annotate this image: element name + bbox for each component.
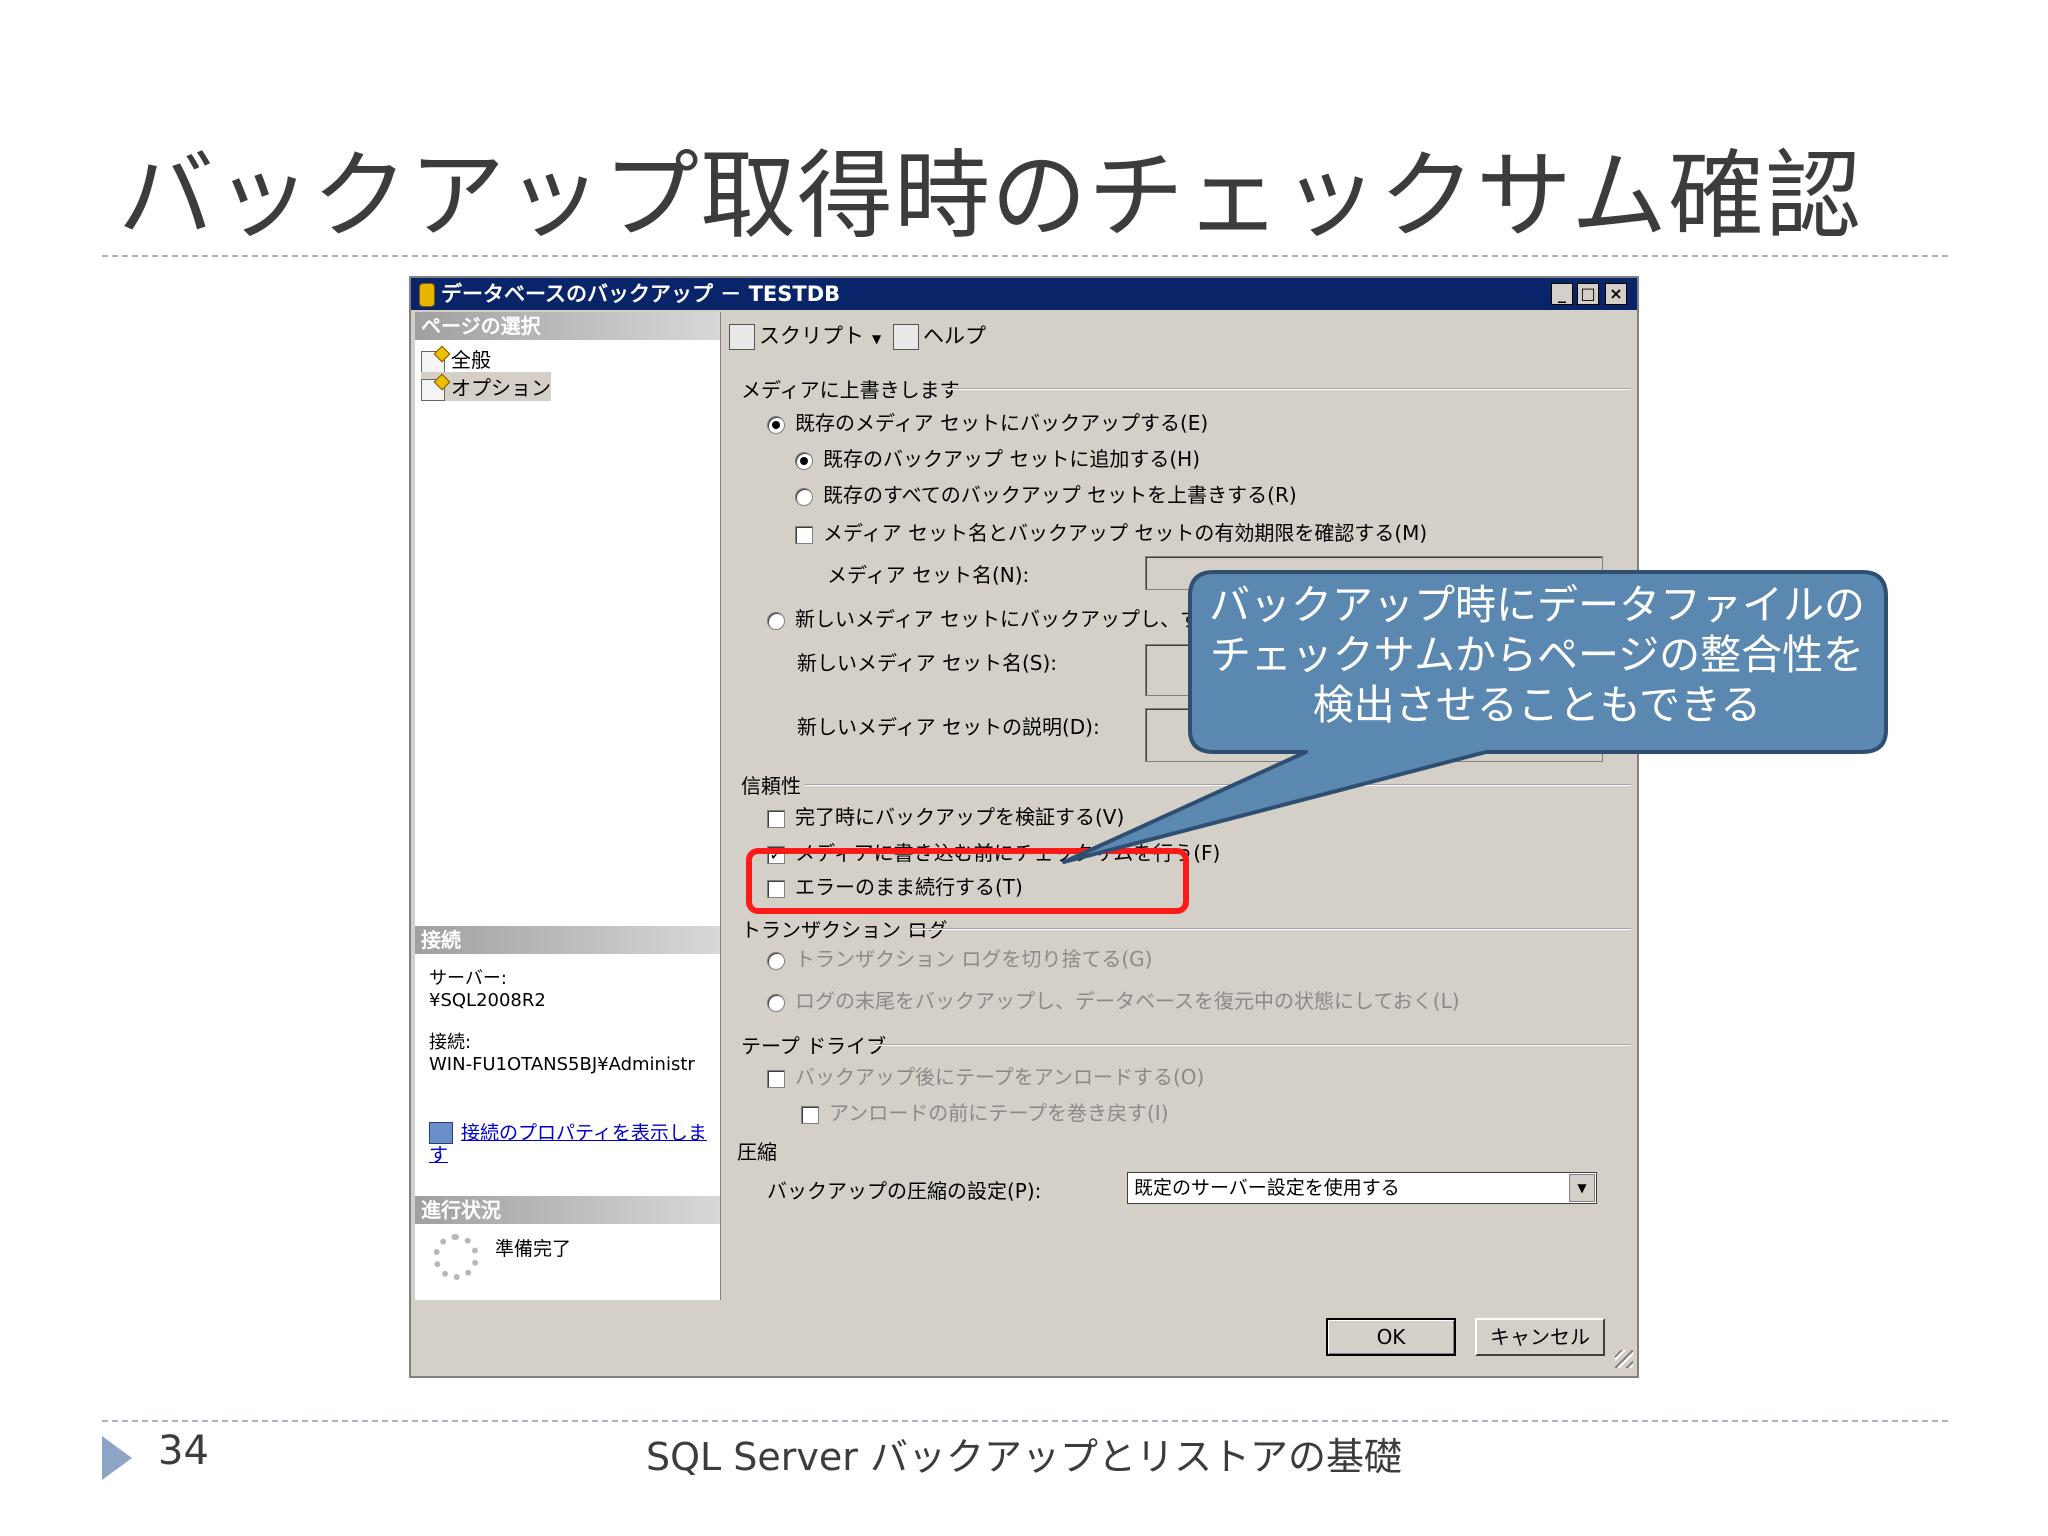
- callout-text: バックアップ時にデータファイルの チェックサムからページの整合性を 検出させるこ…: [1190, 580, 1884, 730]
- callout-bubble: [1062, 570, 1888, 864]
- callout-line-3: 検出させることもできる: [1312, 681, 1762, 729]
- callout-line-2: チェックサムからページの整合性を: [1209, 631, 1865, 679]
- callout-line-1: バックアップ時にデータファイルの: [1209, 581, 1865, 629]
